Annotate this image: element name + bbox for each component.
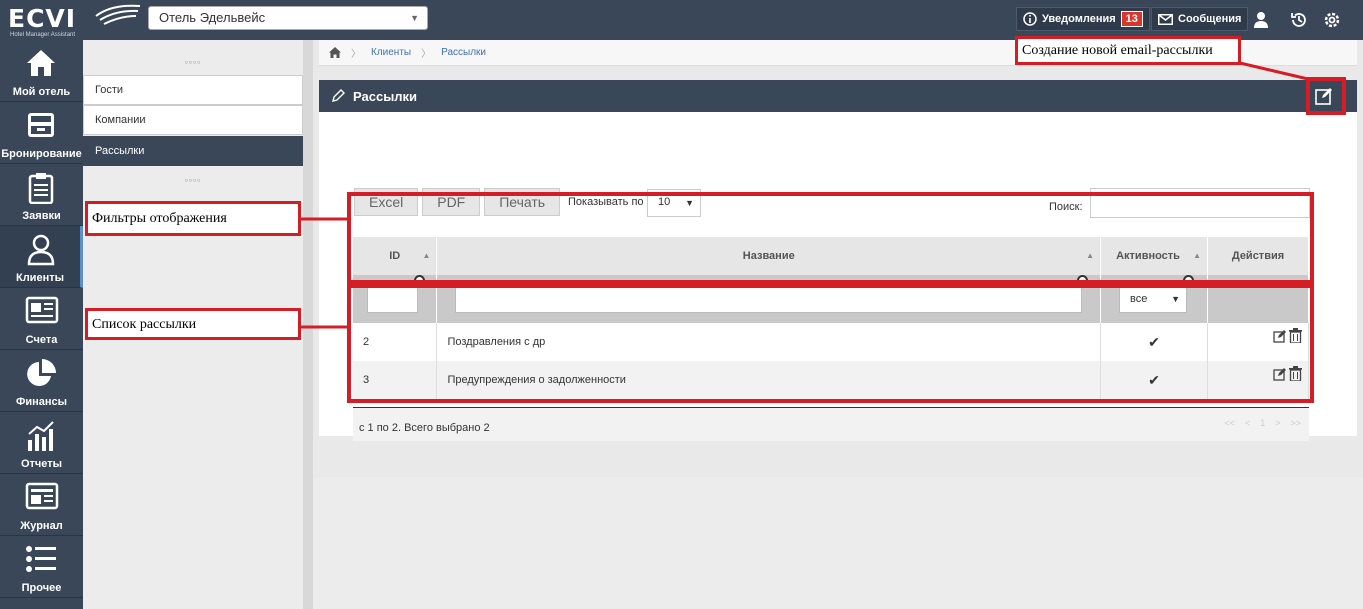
annotation-text: Фильтры отображения xyxy=(92,211,227,226)
annotation-text: Создание новой email-рассылки xyxy=(1022,43,1213,58)
annotation-filters: Фильтры отображения xyxy=(85,201,301,236)
annotation-lines xyxy=(300,61,1309,329)
annotation-create-new: Создание новой email-рассылки xyxy=(1015,36,1241,65)
annotation-list: Список рассылки xyxy=(85,308,301,340)
annotation-text: Список рассылки xyxy=(92,317,197,332)
